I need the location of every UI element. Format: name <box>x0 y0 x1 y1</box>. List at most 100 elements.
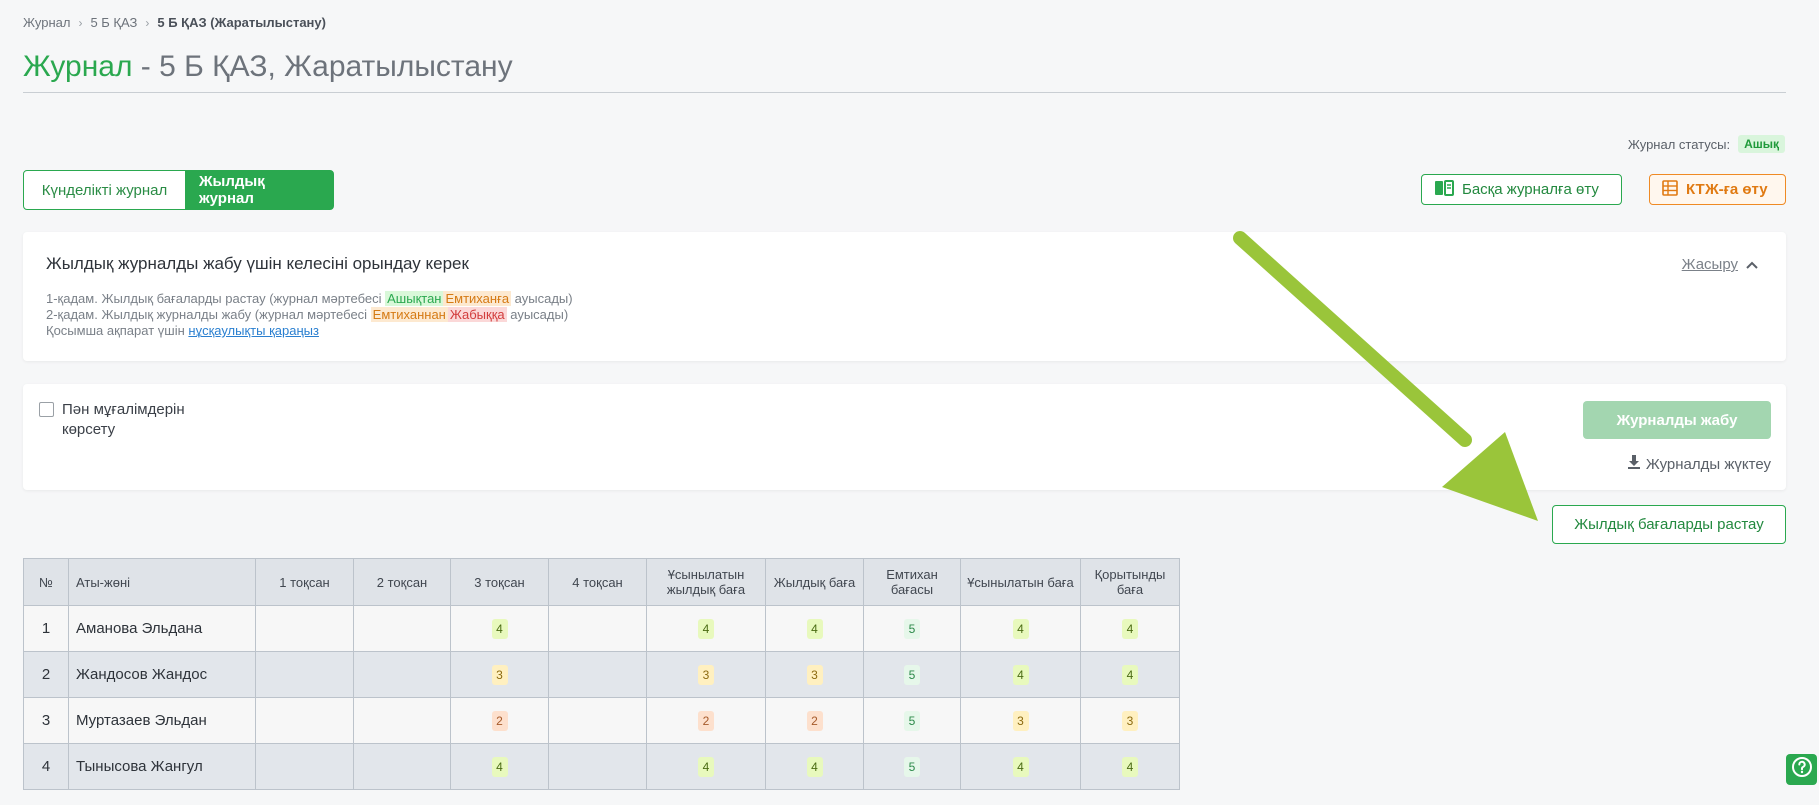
actions-card: Пән мұғалімдерін көрсету Журналды жабу Ж… <box>23 384 1786 490</box>
grade-badge: 4 <box>1012 756 1029 777</box>
status-exam-highlight: Емтиханға <box>443 291 512 306</box>
tab-annual-journal[interactable]: Жылдық журнал <box>186 170 334 210</box>
show-teachers-label[interactable]: Пән мұғалімдерін көрсету <box>62 400 212 440</box>
grade-badge: 5 <box>904 710 920 731</box>
download-journal-link[interactable]: Журналды жүктеу <box>1626 454 1771 474</box>
col-q4: 4 тоқсан <box>548 558 647 606</box>
instructions-card: Жылдық журналды жабу үшін келесіні орынд… <box>23 232 1786 361</box>
grade-cell-q2[interactable] <box>353 697 451 744</box>
grade-badge: 2 <box>491 710 508 731</box>
grade-cell-rec: 3 <box>960 697 1081 744</box>
chevron-right-icon: › <box>145 15 150 30</box>
breadcrumb-current: 5 Б ҚАЗ (Жаратылыстану) <box>157 15 326 30</box>
grade-cell-q1[interactable] <box>255 743 354 790</box>
grade-badge: 3 <box>1012 710 1029 731</box>
ktzh-button[interactable]: КТЖ-ға өту <box>1649 174 1786 205</box>
journal-tabs: Күнделікті журнал Жылдық журнал <box>23 170 334 210</box>
instructions-steps: 1-қадам. Жылдық бағаларды растау (журнал… <box>46 291 573 339</box>
status-badge: Ашық <box>1738 135 1785 153</box>
grade-cell-rec: 4 <box>960 651 1081 698</box>
grade-badge: 2 <box>806 710 823 731</box>
grade-cell-q1[interactable] <box>255 697 354 744</box>
hide-instructions-link[interactable]: Жасыру <box>1682 256 1758 273</box>
grade-cell-annual: 3 <box>765 651 864 698</box>
grade-cell-annual: 2 <box>765 697 864 744</box>
grade-badge: 4 <box>698 618 714 639</box>
grade-cell-final: 4 <box>1080 651 1180 698</box>
download-label: Журналды жүктеу <box>1645 455 1771 473</box>
col-exam: Емтихан бағасы <box>863 558 961 606</box>
grade-cell-rec-annual: 4 <box>646 605 766 652</box>
grade-cell-exam: 5 <box>863 651 961 698</box>
grade-cell-q2[interactable] <box>353 651 451 698</box>
grade-cell-exam: 5 <box>863 605 961 652</box>
grade-cell-q1[interactable] <box>255 651 354 698</box>
table-row: 4 Тынысова Жангул 4 4 4 5 4 4 <box>23 743 1180 790</box>
breadcrumb-item-journal[interactable]: Журнал <box>23 15 70 30</box>
row-number: 1 <box>23 605 69 652</box>
grade-cell-q4[interactable] <box>548 651 647 698</box>
step-2: 2-қадам. Жылдық журналды жабу (журнал мә… <box>46 307 573 323</box>
chevron-up-icon <box>1746 256 1758 273</box>
grade-cell-q1[interactable] <box>255 605 354 652</box>
extra-info-text: Қосымша ақпарат үшін <box>46 323 189 338</box>
show-teachers-checkbox[interactable] <box>39 402 54 417</box>
grade-cell-rec: 4 <box>960 743 1081 790</box>
other-journal-button[interactable]: Басқа журналға өту <box>1421 174 1622 205</box>
grade-cell-rec-annual: 3 <box>646 651 766 698</box>
grade-cell-q4[interactable] <box>548 743 647 790</box>
grade-cell-final: 4 <box>1080 743 1180 790</box>
grade-badge: 4 <box>491 618 508 639</box>
grade-badge: 5 <box>904 618 920 639</box>
grade-cell-q2[interactable] <box>353 605 451 652</box>
student-name: Тынысова Жангул <box>68 743 256 790</box>
step-2-text: 2-қадам. Жылдық журналды жабу (журнал мә… <box>46 307 371 322</box>
grade-badge: 4 <box>1122 618 1138 639</box>
question-circle-icon <box>1791 756 1813 783</box>
hide-label: Жасыру <box>1681 256 1738 273</box>
grade-cell-q4[interactable] <box>548 605 647 652</box>
student-name: Муртазаев Эльдан <box>68 697 256 744</box>
page-title-main: Журнал <box>23 50 133 83</box>
tab-daily-journal[interactable]: Күнделікті журнал <box>23 170 186 210</box>
col-recommended-annual: Ұсынылатын жылдық баға <box>646 558 766 606</box>
instructions-heading: Жылдық журналды жабу үшін келесіні орынд… <box>46 254 469 273</box>
grade-cell-q3: 4 <box>450 743 549 790</box>
col-number: № <box>23 558 69 606</box>
page-title-rest: - 5 Б ҚАЗ, Жаратылыстану <box>132 50 513 83</box>
grade-cell-rec: 4 <box>960 605 1081 652</box>
grade-badge: 4 <box>1012 664 1029 685</box>
grade-badge: 3 <box>1122 710 1138 731</box>
col-q1: 1 тоқсан <box>255 558 354 606</box>
close-journal-button[interactable]: Журналды жабу <box>1583 401 1771 439</box>
col-name: Аты-жөні <box>68 558 256 606</box>
table-header-row: № Аты-жөні 1 тоқсан 2 тоқсан 3 тоқсан 4 … <box>23 558 1180 606</box>
instructions-link[interactable]: нұсқаулықты қараңыз <box>188 323 319 338</box>
table-row: 1 Аманова Эльдана 4 4 4 5 4 4 <box>23 605 1180 652</box>
grade-badge: 5 <box>904 664 920 685</box>
journal-status-label: Журнал статусы: <box>1627 136 1731 152</box>
grade-cell-exam: 5 <box>863 697 961 744</box>
journal-status: Журнал статусы: Ашық <box>1628 135 1785 153</box>
breadcrumb-item-class[interactable]: 5 Б ҚАЗ <box>90 15 137 30</box>
grade-badge: 4 <box>806 618 823 639</box>
ktzh-label: КТЖ-ға өту <box>1686 181 1768 198</box>
grade-cell-exam: 5 <box>863 743 961 790</box>
step-1: 1-қадам. Жылдық бағаларды растау (журнал… <box>46 291 573 307</box>
row-number: 2 <box>23 651 69 698</box>
help-button[interactable] <box>1786 754 1817 785</box>
status-closed-highlight: Жабыққа <box>447 307 507 322</box>
grade-badge: 5 <box>904 756 920 777</box>
grade-cell-final: 3 <box>1080 697 1180 744</box>
grade-badge: 3 <box>491 664 508 685</box>
grade-badge: 2 <box>698 710 714 731</box>
grade-badge: 4 <box>698 756 714 777</box>
col-annual: Жылдық баға <box>765 558 864 606</box>
grade-badge: 4 <box>806 756 823 777</box>
grade-badge: 4 <box>1122 756 1138 777</box>
page-title: Журнал - 5 Б ҚАЗ, Жаратылыстану <box>23 50 513 84</box>
grade-cell-q4[interactable] <box>548 697 647 744</box>
table-icon <box>1662 179 1678 200</box>
approve-annual-grades-button[interactable]: Жылдық бағаларды растау <box>1552 505 1786 544</box>
grade-cell-q2[interactable] <box>353 743 451 790</box>
